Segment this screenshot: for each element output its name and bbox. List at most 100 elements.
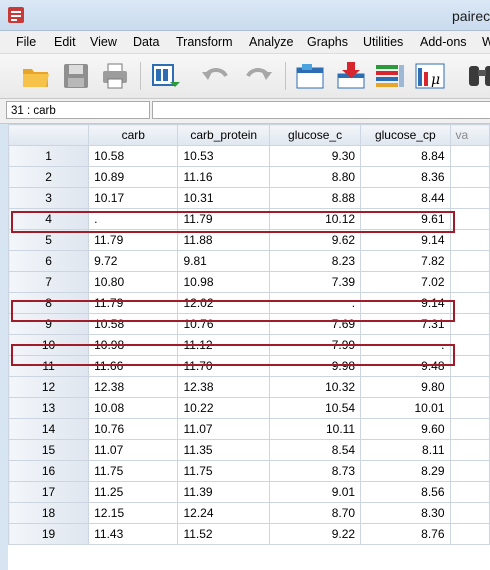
cell-glucose-c[interactable]: 9.30 (268, 145, 362, 167)
cell-glucose-c[interactable]: 9.01 (268, 481, 362, 503)
cell-empty[interactable] (449, 523, 490, 545)
menu-view[interactable]: View (90, 35, 117, 49)
cell-carb-protein[interactable]: 11.16 (177, 166, 270, 188)
cell-glucose-cp[interactable]: 8.36 (360, 166, 451, 188)
cell-carb-protein[interactable]: 11.88 (177, 229, 270, 251)
row-number[interactable]: 9 (7, 313, 90, 335)
cell-glucose-cp[interactable]: . (360, 334, 451, 356)
cell-empty[interactable] (449, 292, 490, 314)
menu-addons[interactable]: Add-ons (420, 35, 467, 49)
cell-carb-protein[interactable]: 12.02 (177, 292, 270, 314)
spss-app-icon[interactable] (7, 6, 25, 24)
cell-carb[interactable]: 10.76 (88, 418, 179, 440)
cell-carb[interactable]: 10.58 (88, 313, 179, 335)
cell-glucose-c[interactable]: 7.69 (268, 313, 362, 335)
print-icon[interactable] (99, 60, 131, 92)
cell-glucose-cp[interactable]: 9.14 (360, 229, 451, 251)
cell-carb[interactable]: 9.72 (88, 250, 179, 272)
cell-empty[interactable] (449, 418, 490, 440)
cell-empty[interactable] (449, 229, 490, 251)
cell-carb[interactable]: 11.79 (88, 229, 179, 251)
menu-analyze[interactable]: Analyze (249, 35, 293, 49)
cell-value-field[interactable] (152, 101, 490, 119)
column-header-glucose-cp[interactable]: glucose_cp (360, 124, 451, 146)
open-folder-icon[interactable] (20, 60, 52, 92)
cell-glucose-cp[interactable]: 8.56 (360, 481, 451, 503)
cell-glucose-cp[interactable]: 8.11 (360, 439, 451, 461)
cell-carb[interactable]: 11.75 (88, 460, 179, 482)
cell-empty[interactable] (449, 439, 490, 461)
cell-empty[interactable] (449, 208, 490, 230)
variables-icon[interactable] (374, 60, 406, 92)
goto-case-icon[interactable] (294, 60, 326, 92)
cell-carb[interactable]: 12.15 (88, 502, 179, 524)
menu-transform[interactable]: Transform (176, 35, 233, 49)
save-icon[interactable] (60, 60, 92, 92)
menu-edit[interactable]: Edit (54, 35, 76, 49)
cell-carb-protein[interactable]: 11.79 (177, 208, 270, 230)
row-number[interactable]: 13 (7, 397, 90, 419)
cell-carb-protein[interactable]: 12.38 (177, 376, 270, 398)
cell-empty[interactable] (449, 271, 490, 293)
cell-empty[interactable] (449, 250, 490, 272)
cell-carb[interactable]: . (88, 208, 179, 230)
cell-glucose-c[interactable]: 7.39 (268, 271, 362, 293)
menu-window[interactable]: W (482, 35, 490, 49)
cell-empty[interactable] (449, 376, 490, 398)
cell-glucose-c[interactable]: 8.73 (268, 460, 362, 482)
menu-utilities[interactable]: Utilities (363, 35, 403, 49)
row-number[interactable]: 8 (7, 292, 90, 314)
cell-empty[interactable] (449, 145, 490, 167)
cell-glucose-cp[interactable]: 9.14 (360, 292, 451, 314)
cell-glucose-c[interactable]: 9.22 (268, 523, 362, 545)
cell-glucose-cp[interactable]: 8.30 (360, 502, 451, 524)
cell-empty[interactable] (449, 313, 490, 335)
cell-carb[interactable]: 11.43 (88, 523, 179, 545)
cell-glucose-c[interactable]: 10.32 (268, 376, 362, 398)
row-number[interactable]: 7 (7, 271, 90, 293)
cell-carb-protein[interactable]: 11.39 (177, 481, 270, 503)
row-number[interactable]: 12 (7, 376, 90, 398)
cell-glucose-c[interactable]: 10.54 (268, 397, 362, 419)
cell-glucose-cp[interactable]: 9.80 (360, 376, 451, 398)
cell-carb-protein[interactable]: 11.70 (177, 355, 270, 377)
column-header-glucose-c[interactable]: glucose_c (268, 124, 362, 146)
goto-variable-icon[interactable] (335, 60, 367, 92)
cell-glucose-cp[interactable]: 7.02 (360, 271, 451, 293)
cell-carb[interactable]: 10.98 (88, 334, 179, 356)
cell-glucose-c[interactable]: 8.54 (268, 439, 362, 461)
cell-empty[interactable] (449, 334, 490, 356)
row-number[interactable]: 2 (7, 166, 90, 188)
cell-carb-protein[interactable]: 10.31 (177, 187, 270, 209)
menu-data[interactable]: Data (133, 35, 159, 49)
cell-carb-protein[interactable]: 12.24 (177, 502, 270, 524)
cell-reference-field[interactable]: 31 : carb (6, 101, 150, 119)
cell-glucose-cp[interactable]: 8.84 (360, 145, 451, 167)
cell-glucose-c[interactable]: 8.80 (268, 166, 362, 188)
cell-carb[interactable]: 10.80 (88, 271, 179, 293)
cell-carb-protein[interactable]: 11.35 (177, 439, 270, 461)
cell-empty[interactable] (449, 355, 490, 377)
cell-carb-protein[interactable]: 10.53 (177, 145, 270, 167)
cell-carb-protein[interactable]: 10.22 (177, 397, 270, 419)
cell-carb[interactable]: 12.38 (88, 376, 179, 398)
cell-carb[interactable]: 11.07 (88, 439, 179, 461)
cell-glucose-cp[interactable]: 8.44 (360, 187, 451, 209)
cell-carb[interactable]: 11.66 (88, 355, 179, 377)
cell-empty[interactable] (449, 397, 490, 419)
cell-carb[interactable]: 10.89 (88, 166, 179, 188)
cell-carb-protein[interactable]: 9.81 (177, 250, 270, 272)
cell-carb-protein[interactable]: 10.98 (177, 271, 270, 293)
row-number[interactable]: 10 (7, 334, 90, 356)
row-number[interactable]: 16 (7, 460, 90, 482)
corner-cell[interactable] (7, 124, 90, 146)
cell-glucose-c[interactable]: 9.98 (268, 355, 362, 377)
cell-glucose-cp[interactable]: 8.76 (360, 523, 451, 545)
cell-carb-protein[interactable]: 11.12 (177, 334, 270, 356)
row-number[interactable]: 3 (7, 187, 90, 209)
menu-file[interactable]: File (16, 35, 36, 49)
cell-empty[interactable] (449, 187, 490, 209)
cell-glucose-c[interactable]: 10.11 (268, 418, 362, 440)
cell-glucose-c[interactable]: 9.62 (268, 229, 362, 251)
cell-glucose-c[interactable]: 10.12 (268, 208, 362, 230)
